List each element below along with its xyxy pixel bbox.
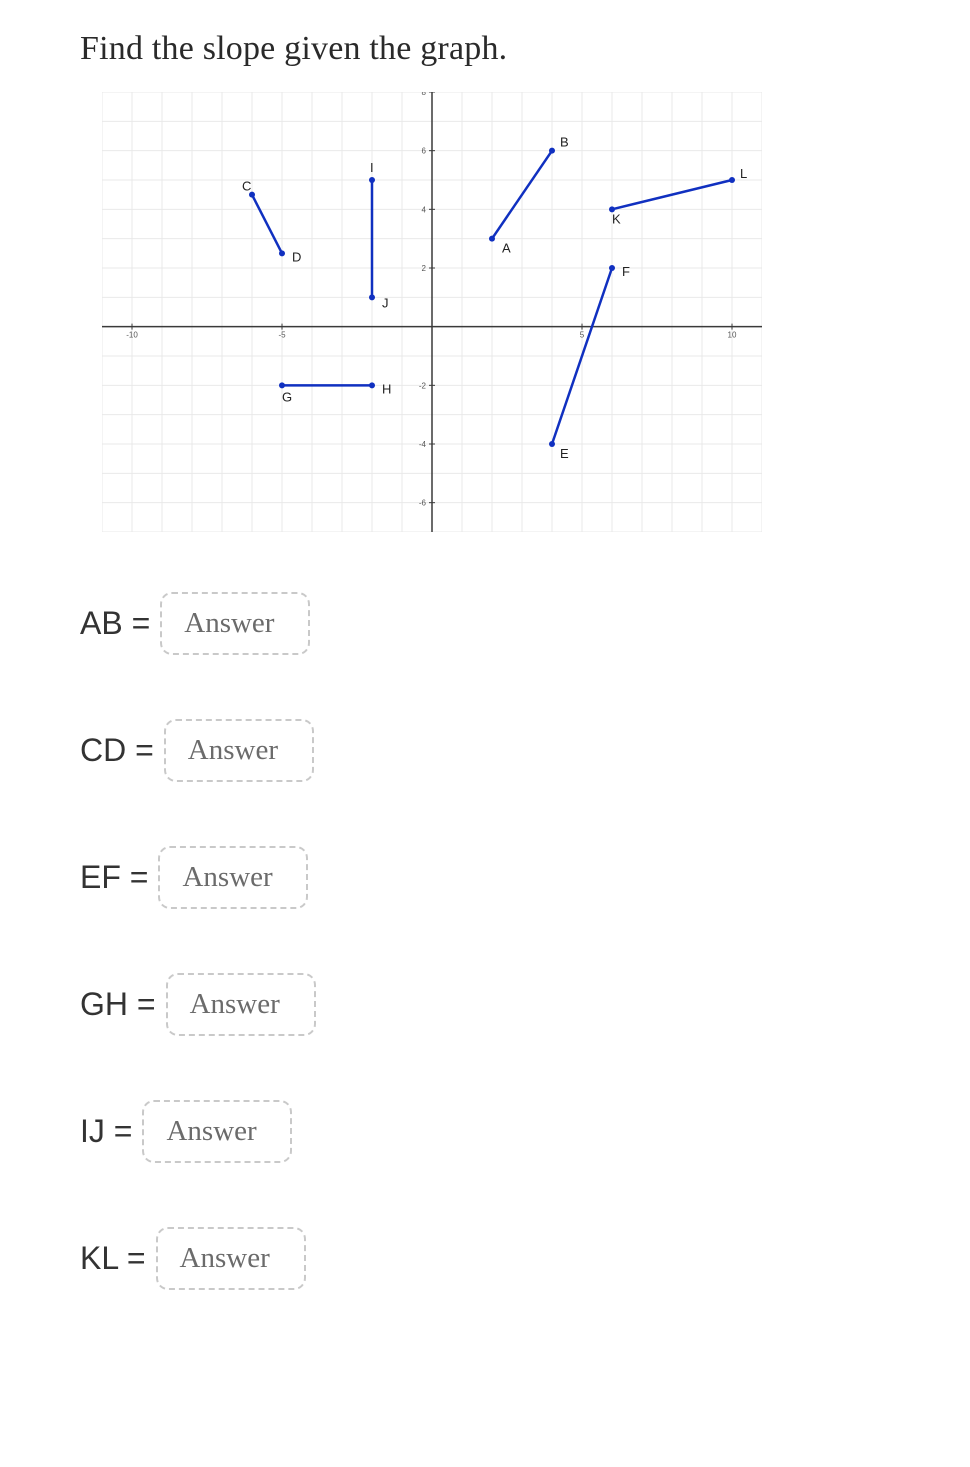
svg-text:6: 6 bbox=[422, 147, 427, 156]
label-ef: EF = bbox=[80, 859, 148, 896]
svg-text:-2: -2 bbox=[419, 381, 427, 390]
input-ef[interactable]: Answer bbox=[158, 846, 308, 909]
answer-row-ef: EF = Answer bbox=[80, 846, 970, 909]
svg-text:I: I bbox=[370, 160, 374, 175]
answers-list: AB = Answer CD = Answer EF = Answer GH =… bbox=[80, 592, 970, 1290]
coordinate-graph: -10 -5 5 10 -6 -4 -2 2 4 6 8 A B C D E F G H I J K L bbox=[102, 92, 762, 532]
svg-text:-4: -4 bbox=[419, 440, 427, 449]
svg-text:L: L bbox=[740, 166, 747, 181]
svg-text:A: A bbox=[502, 241, 511, 256]
svg-text:8: 8 bbox=[422, 92, 427, 97]
answer-row-ij: IJ = Answer bbox=[80, 1100, 970, 1163]
svg-text:4: 4 bbox=[422, 205, 427, 214]
input-ab[interactable]: Answer bbox=[160, 592, 310, 655]
answer-row-kl: KL = Answer bbox=[80, 1227, 970, 1290]
label-kl: KL = bbox=[80, 1240, 146, 1277]
input-cd[interactable]: Answer bbox=[164, 719, 314, 782]
svg-text:B: B bbox=[560, 135, 569, 150]
svg-text:F: F bbox=[622, 264, 630, 279]
input-ij[interactable]: Answer bbox=[142, 1100, 292, 1163]
svg-text:-10: -10 bbox=[126, 331, 138, 340]
input-kl[interactable]: Answer bbox=[156, 1227, 306, 1290]
svg-text:G: G bbox=[282, 389, 292, 404]
label-ij: IJ = bbox=[80, 1113, 132, 1150]
input-gh[interactable]: Answer bbox=[166, 973, 316, 1036]
svg-text:H: H bbox=[382, 381, 391, 396]
svg-text:E: E bbox=[560, 446, 569, 461]
svg-text:5: 5 bbox=[580, 331, 585, 340]
svg-text:10: 10 bbox=[728, 331, 737, 340]
answer-row-ab: AB = Answer bbox=[80, 592, 970, 655]
svg-text:2: 2 bbox=[422, 264, 427, 273]
label-cd: CD = bbox=[80, 732, 154, 769]
label-ab: AB = bbox=[80, 605, 150, 642]
label-gh: GH = bbox=[80, 986, 156, 1023]
svg-text:J: J bbox=[382, 295, 389, 310]
question-title: Find the slope given the graph. bbox=[80, 30, 970, 68]
answer-row-cd: CD = Answer bbox=[80, 719, 970, 782]
svg-text:C: C bbox=[242, 179, 251, 194]
svg-text:-5: -5 bbox=[278, 331, 286, 340]
answer-row-gh: GH = Answer bbox=[80, 973, 970, 1036]
svg-text:-6: -6 bbox=[419, 499, 427, 508]
svg-text:K: K bbox=[612, 211, 621, 226]
svg-text:D: D bbox=[292, 249, 301, 264]
